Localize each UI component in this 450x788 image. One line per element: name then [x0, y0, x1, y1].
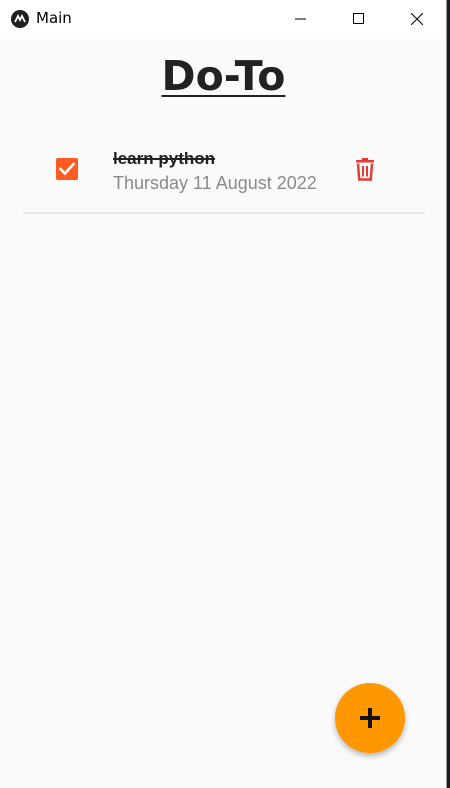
- window-title: Main: [36, 9, 72, 27]
- app-window: Main Do-To learn python Thursday 11 Augu…: [0, 0, 447, 788]
- minimize-icon: [295, 18, 306, 20]
- close-button[interactable]: [394, 0, 440, 39]
- app-title-text: Do-To: [161, 52, 286, 100]
- close-icon: [411, 13, 423, 25]
- app-title: Do-To: [0, 52, 447, 100]
- minimize-button[interactable]: [278, 0, 324, 39]
- plus-icon: [360, 708, 380, 728]
- trash-icon: [356, 158, 374, 181]
- maximize-button[interactable]: [336, 0, 382, 39]
- task-date: Thursday 11 August 2022: [113, 173, 317, 193]
- checkmark-icon: [59, 162, 75, 176]
- task-checkbox[interactable]: [56, 158, 78, 180]
- kivy-app-icon: [11, 10, 29, 28]
- delete-task-button[interactable]: [354, 157, 376, 181]
- add-task-button[interactable]: [335, 683, 405, 753]
- maximize-icon: [353, 13, 364, 24]
- task-list-item[interactable]: learn python Thursday 11 August 2022: [23, 135, 425, 214]
- title-bar: Main: [0, 0, 446, 39]
- task-title: learn python: [113, 149, 216, 168]
